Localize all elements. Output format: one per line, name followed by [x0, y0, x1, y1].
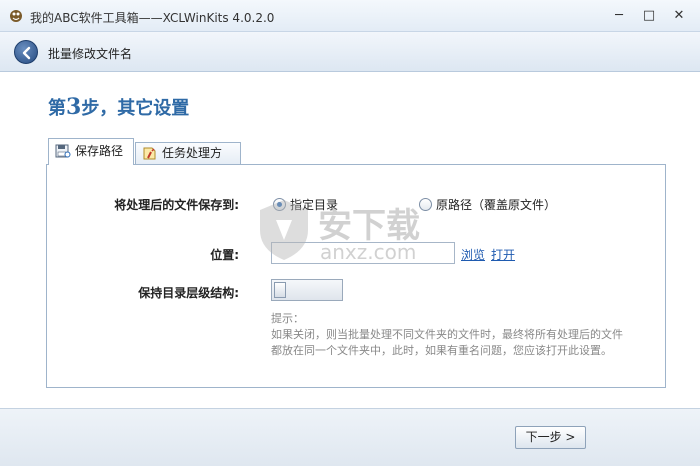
tab-save-path[interactable]: 保存路径: [48, 138, 134, 165]
step-prefix: 第: [48, 98, 66, 119]
maximize-button[interactable]: □: [638, 6, 660, 26]
minimize-button[interactable]: ─: [608, 6, 630, 26]
tab-label: 保存路径: [75, 144, 124, 158]
tab-task-mode[interactable]: 任务处理方式: [135, 142, 241, 180]
title-bar: 我的ABC软件工具箱——XCLWinKits 4.0.2.0 ─ □ ✕: [0, 0, 700, 32]
hint-line-1: 如果关闭，则当批量处理不同文件夹的文件时，最终将所有处理后的文件: [271, 328, 623, 341]
toggle-knob: [274, 282, 286, 298]
close-button[interactable]: ✕: [668, 6, 690, 26]
footer-bar: 下一步 >: [0, 408, 700, 466]
back-button[interactable]: [14, 40, 38, 64]
save-path-icon: [55, 144, 71, 158]
window-title: 我的ABC软件工具箱——XCLWinKits 4.0.2.0: [30, 11, 275, 25]
arrow-left-icon: [22, 46, 31, 60]
next-button[interactable]: 下一步 >: [515, 426, 586, 449]
step-heading: 第3步，其它设置: [48, 94, 189, 120]
app-logo-icon: [10, 10, 22, 22]
location-label: 位置:: [210, 248, 239, 262]
keep-structure-toggle[interactable]: [271, 279, 343, 301]
nav-bar: 批量修改文件名: [0, 32, 700, 72]
hint-title: 提示：: [271, 312, 304, 325]
open-link[interactable]: 打开: [491, 246, 515, 263]
watermark: 安下载 anxz.com: [256, 196, 456, 268]
keep-structure-label: 保持目录层级结构:: [138, 286, 239, 300]
watermark-en: anxz.com: [320, 240, 417, 264]
hint-line-2: 都放在同一个文件夹中，此时，如果有重名问题，您应该打开此设置。: [271, 344, 612, 357]
step-suffix: 步，其它设置: [81, 98, 190, 119]
step-number: 3: [66, 94, 82, 120]
task-icon: [143, 147, 156, 160]
page-title: 批量修改文件名: [48, 47, 133, 61]
shield-watermark-icon: [260, 200, 308, 260]
save-to-label: 将处理后的文件保存到:: [114, 198, 239, 212]
browse-link[interactable]: 浏览: [461, 246, 485, 263]
